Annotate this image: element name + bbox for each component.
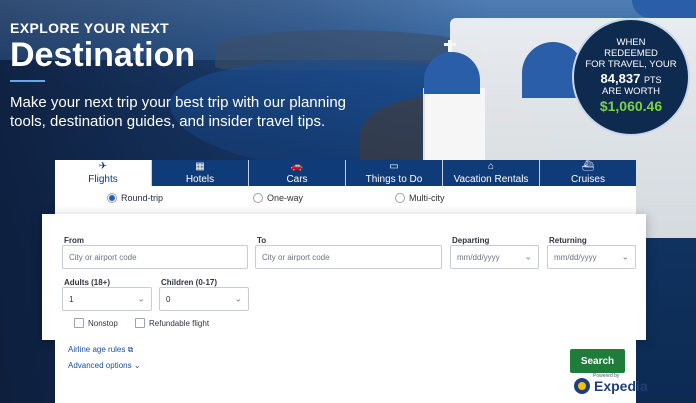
tab-label: Cars: [286, 174, 308, 185]
children-label: Children (0-17): [161, 278, 218, 287]
form-footer: [55, 340, 636, 403]
badge-line-1: WHEN: [616, 37, 646, 48]
returning-placeholder: mm/dd/yyyy: [554, 252, 597, 262]
advanced-options-link[interactable]: Advanced options ⌄: [68, 361, 141, 370]
tab-label: Vacation Rentals: [453, 174, 529, 185]
radio-label: Round-trip: [121, 193, 164, 203]
adults-value: 1: [69, 294, 74, 304]
radio-dot: [395, 193, 405, 203]
hero-subtitle: Make your next trip your best trip with …: [10, 94, 346, 130]
returning-label: Returning: [549, 236, 587, 245]
departing-label: Departing: [452, 236, 490, 245]
blue-dome-right: [632, 0, 696, 18]
external-link-icon: ⧉: [127, 345, 134, 354]
adults-label: Adults (18+): [64, 278, 111, 287]
expedia-brand: Expedia: [574, 378, 648, 394]
tab-label: Hotels: [185, 174, 215, 185]
chevron-down-icon: ⌄: [137, 293, 145, 304]
ship-icon: ⛴: [581, 161, 595, 172]
trip-type-bar: Round-trip One-way Multi-city: [55, 186, 636, 214]
children-value: 0: [166, 294, 171, 304]
to-placeholder: City or airport code: [262, 252, 330, 262]
car-icon: 🚗: [290, 161, 304, 172]
checkbox-box: [135, 318, 145, 328]
cross: [444, 40, 456, 52]
badge-worth: ARE WORTH: [602, 86, 660, 97]
tab-cruises[interactable]: ⛴ Cruises: [540, 160, 636, 186]
tab-cars[interactable]: 🚗 Cars: [249, 160, 346, 186]
multi-city-radio[interactable]: Multi-city: [395, 193, 445, 203]
expedia-logo-icon: [574, 378, 590, 394]
hero-kicker: EXPLORE YOUR NEXT: [10, 20, 170, 36]
to-label: To: [257, 236, 267, 245]
from-placeholder: City or airport code: [69, 252, 137, 262]
round-trip-radio[interactable]: Round-trip: [107, 193, 163, 203]
tab-hotels[interactable]: ▦ Hotels: [152, 160, 249, 186]
flight-search-form: From City or airport code To City or air…: [42, 214, 646, 340]
church: [423, 88, 485, 168]
points-value: 84,837: [600, 71, 641, 86]
points-badge: WHEN REDEEMED FOR TRAVEL, YOUR 84,837 PT…: [572, 18, 690, 136]
house-icon: ⌂: [487, 161, 495, 172]
tab-label: Cruises: [571, 174, 605, 185]
link-text: Airline age rules: [68, 345, 126, 354]
airline-age-rules-link[interactable]: Airline age rules ⧉: [68, 345, 133, 355]
adults-select[interactable]: 1 ⌄: [62, 287, 152, 311]
radio-dot: [107, 193, 117, 203]
hotel-icon: ▦: [195, 161, 205, 172]
booking-tabs: ✈ Flights ▦ Hotels 🚗 Cars ▭ Things to Do…: [55, 160, 636, 186]
children-select[interactable]: 0 ⌄: [159, 287, 249, 311]
badge-line-3: FOR TRAVEL, YOUR: [585, 59, 677, 70]
from-label: From: [64, 236, 84, 245]
departing-date-field[interactable]: mm/dd/yyyy ⌄: [450, 245, 539, 269]
expedia-wordmark: Expedia: [594, 378, 648, 394]
refundable-checkbox[interactable]: Refundable flight: [135, 318, 209, 328]
returning-date-field[interactable]: mm/dd/yyyy ⌄: [547, 245, 636, 269]
chevron-down-icon: ⌄: [621, 251, 629, 262]
tab-label: Things to Do: [365, 174, 423, 185]
tab-things-to-do[interactable]: ▭ Things to Do: [346, 160, 443, 186]
checkbox-label: Refundable flight: [149, 318, 210, 328]
tab-flights[interactable]: ✈ Flights: [55, 160, 152, 186]
hero-title: Destination: [10, 36, 196, 74]
badge-amount: $1,060.46: [599, 98, 663, 114]
chevron-down-icon: ⌄: [133, 361, 141, 370]
one-way-radio[interactable]: One-way: [253, 193, 303, 203]
radio-label: Multi-city: [409, 193, 445, 203]
radio-label: One-way: [267, 193, 304, 203]
nonstop-checkbox[interactable]: Nonstop: [74, 318, 118, 328]
radio-dot: [253, 193, 263, 203]
from-field[interactable]: City or airport code: [62, 245, 248, 269]
badge-points: 84,837 PTS: [574, 71, 688, 86]
link-text: Advanced options: [68, 361, 132, 370]
ticket-icon: ▭: [389, 161, 399, 172]
chevron-down-icon: ⌄: [524, 251, 532, 262]
plane-icon: ✈: [98, 161, 108, 172]
checkbox-box: [74, 318, 84, 328]
points-unit: PTS: [643, 75, 662, 85]
departing-placeholder: mm/dd/yyyy: [457, 252, 500, 262]
badge-line-2: REDEEMED: [604, 48, 658, 59]
chevron-down-icon: ⌄: [234, 293, 242, 304]
search-button[interactable]: Search: [570, 349, 625, 373]
hero-rule: [10, 80, 45, 82]
tab-vacation-rentals[interactable]: ⌂ Vacation Rentals: [443, 160, 540, 186]
to-field[interactable]: City or airport code: [255, 245, 442, 269]
checkbox-label: Nonstop: [88, 318, 118, 328]
tab-label: Flights: [88, 174, 118, 185]
